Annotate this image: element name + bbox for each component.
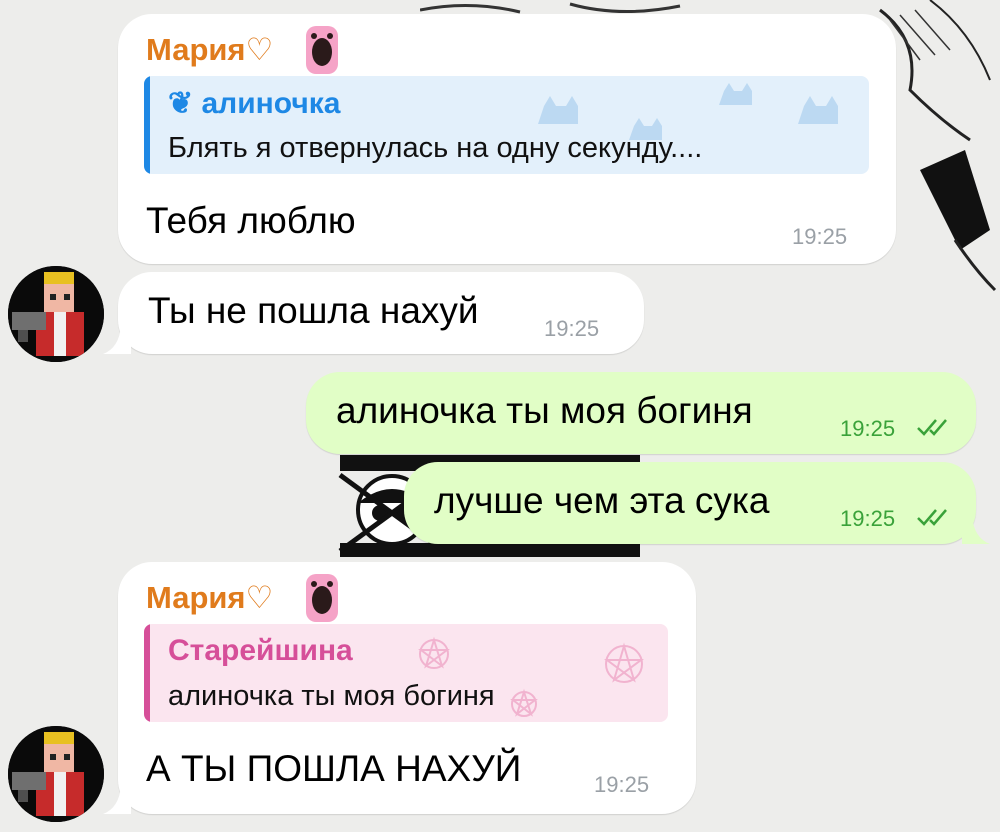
sender-name-text: Мария — [146, 32, 246, 67]
reply-quote[interactable]: ❦ алиночка Блять я отвернулась на одну с… — [144, 76, 869, 174]
message-text: Тебя люблю — [146, 200, 356, 241]
reply-accent-bar — [144, 624, 150, 722]
avatar[interactable] — [8, 726, 104, 822]
reply-author-name: Старейшина — [168, 634, 353, 667]
message-text: А ТЫ ПОШЛА НАХУЙ — [146, 748, 522, 789]
read-double-check-icon — [917, 509, 947, 526]
reply-author-name: алиночка — [201, 87, 341, 120]
heart-glyph: ♡ — [245, 580, 274, 615]
incoming-message-bubble[interactable]: Мария♡ ❦ алиночка Блять я отвернулась на… — [118, 14, 896, 264]
outgoing-message-bubble[interactable]: лучше чем эта сука 19:25 — [404, 462, 976, 544]
message-time: 19:25 — [594, 772, 650, 797]
reply-quote[interactable]: Старейшина алиночка ты моя богиня — [144, 624, 668, 722]
message-time: 19:25 — [544, 316, 600, 341]
sender-name-text: Мария — [146, 580, 246, 615]
incoming-message-bubble[interactable]: Мария♡ Старейшина алиночка ты моя богиня… — [118, 562, 696, 814]
avatar[interactable] — [8, 266, 104, 362]
bubble-tail — [962, 516, 990, 544]
pink-creature-sticker-icon — [306, 26, 338, 74]
reply-accent-bar — [144, 76, 150, 174]
pink-creature-sticker-icon — [306, 574, 338, 622]
message-text: Ты не пошла нахуй — [148, 290, 479, 331]
message-text: алиночка ты моя богиня — [336, 390, 753, 431]
reply-author: Старейшина — [168, 634, 353, 668]
message-time: 19:25 — [840, 506, 896, 531]
sender-name[interactable]: Мария♡ — [146, 580, 273, 616]
pixel-king-avatar — [8, 266, 104, 362]
message-time: 19:25 — [840, 416, 896, 441]
heart-bow-icon: ❦ — [168, 87, 202, 120]
message-text: лучше чем эта сука — [434, 480, 770, 521]
incoming-message-bubble[interactable]: Ты не пошла нахуй 19:25 — [118, 272, 644, 354]
bubble-tail — [103, 786, 131, 814]
message-time: 19:25 — [792, 224, 848, 249]
reply-text: алиночка ты моя богиня — [168, 680, 495, 712]
outgoing-message-bubble[interactable]: алиночка ты моя богиня 19:25 — [306, 372, 976, 454]
read-double-check-icon — [917, 419, 947, 436]
heart-glyph: ♡ — [245, 32, 274, 67]
bubble-tail — [103, 326, 131, 354]
reply-text: Блять я отвернулась на одну секунду.... — [168, 132, 703, 164]
reply-author: ❦ алиночка — [168, 86, 340, 121]
sender-name[interactable]: Мария♡ — [146, 32, 273, 68]
pixel-king-avatar — [8, 726, 104, 822]
